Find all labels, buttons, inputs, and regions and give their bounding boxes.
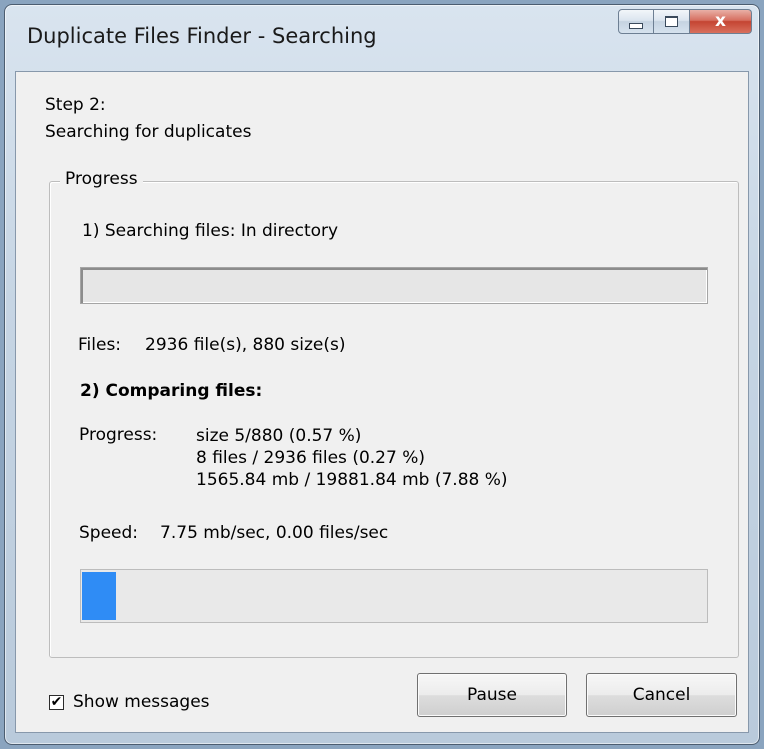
maximize-icon xyxy=(665,16,678,27)
show-messages-option[interactable]: ✔ Show messages xyxy=(49,692,210,712)
close-button[interactable]: x xyxy=(690,9,752,34)
step-title: Step 2: xyxy=(45,95,106,115)
maximize-button[interactable] xyxy=(654,9,690,34)
files-value: 2936 file(s), 880 size(s) xyxy=(145,335,346,355)
close-icon: x xyxy=(715,11,726,31)
speed-row: Speed: 7.75 mb/sec, 0.00 files/sec xyxy=(79,523,388,543)
progress-size-line: size 5/880 (0.57 %) xyxy=(196,426,362,446)
progress-label: Progress: xyxy=(79,425,158,445)
searching-files-label: 1) Searching files: In directory xyxy=(82,221,339,241)
minimize-button[interactable] xyxy=(618,9,654,34)
search-progress-bar xyxy=(80,267,708,304)
caption-buttons: x xyxy=(618,9,752,35)
step-subtitle: Searching for duplicates xyxy=(45,122,252,142)
title-bar[interactable]: Duplicate Files Finder - Searching x xyxy=(5,5,759,71)
compare-progress-bar xyxy=(80,569,708,623)
cancel-button[interactable]: Cancel xyxy=(586,673,737,717)
window-title: Duplicate Files Finder - Searching xyxy=(27,24,377,48)
compare-progress-fill xyxy=(82,572,117,620)
pause-button[interactable]: Pause xyxy=(417,673,567,717)
progress-files-line: 8 files / 2936 files (0.27 %) xyxy=(196,448,425,468)
progress-details: size 5/880 (0.57 %) 8 files / 2936 files… xyxy=(196,425,508,491)
progress-groupbox: Progress 1) Searching files: In director… xyxy=(49,169,739,658)
files-row: Files: 2936 file(s), 880 size(s) xyxy=(78,335,345,355)
progress-mb-line: 1565.84 mb / 19881.84 mb (7.88 %) xyxy=(196,470,508,490)
show-messages-label[interactable]: Show messages xyxy=(73,692,210,712)
minimize-icon xyxy=(629,22,643,29)
files-label: Files: xyxy=(78,335,122,355)
speed-label: Speed: xyxy=(79,523,139,543)
comparing-files-heading: 2) Comparing files: xyxy=(80,381,263,401)
speed-value: 7.75 mb/sec, 0.00 files/sec xyxy=(160,523,389,543)
groupbox-legend: Progress xyxy=(60,169,143,189)
show-messages-checkbox[interactable]: ✔ xyxy=(49,694,64,710)
dialog-window: Duplicate Files Finder - Searching x Ste… xyxy=(4,4,760,745)
dialog-body: Step 2: Searching for duplicates Progres… xyxy=(15,71,749,733)
